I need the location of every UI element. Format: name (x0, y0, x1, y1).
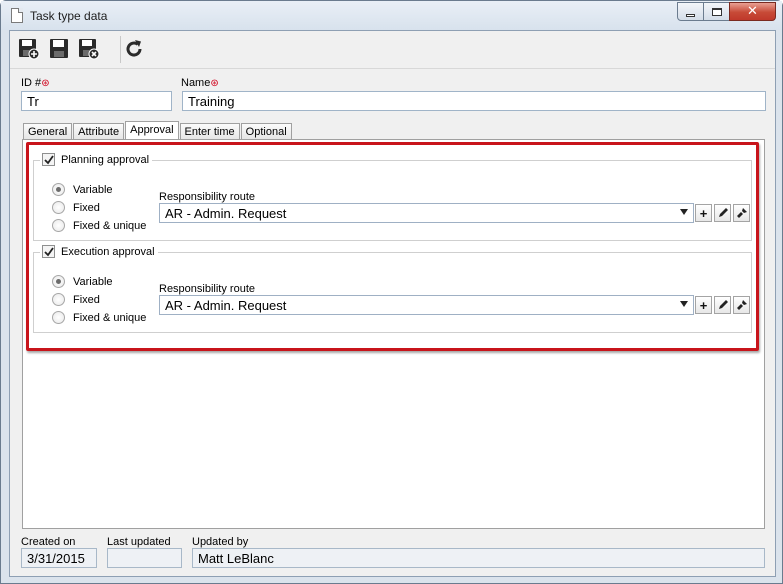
client-area: ID #⊛ Tr Name⊛ Training General Attribut… (9, 30, 776, 577)
minimize-button[interactable] (677, 2, 704, 21)
created-on-label: Created on (21, 536, 76, 548)
id-field[interactable]: Tr (21, 91, 172, 111)
save-icon (50, 39, 68, 58)
task-type-window: Task type data ✕ ID #⊛ Tr Name⊛ Training… (0, 0, 783, 584)
document-icon (11, 8, 23, 23)
save-and-new-button[interactable] (17, 37, 41, 61)
toolbar (10, 31, 775, 69)
tab-approval[interactable]: Approval (125, 121, 179, 140)
name-label-text: Name (181, 77, 211, 89)
required-icon: ⊛ (210, 78, 219, 89)
last-updated-field (107, 548, 182, 568)
save-button[interactable] (47, 37, 71, 61)
tab-attribute[interactable]: Attribute (73, 123, 125, 140)
save-and-close-button[interactable] (77, 37, 101, 61)
window-title: Task type data (30, 9, 108, 23)
toolbar-separator (120, 36, 121, 63)
approval-highlight-frame (26, 142, 759, 351)
save-and-new-icon (19, 39, 40, 60)
close-icon: ✕ (747, 4, 758, 19)
maximize-button[interactable] (703, 2, 730, 21)
tab-enter-time[interactable]: Enter time (179, 123, 240, 140)
updated-by-field: Matt LeBlanc (192, 548, 765, 568)
name-field[interactable]: Training (182, 91, 766, 111)
close-button[interactable]: ✕ (729, 2, 776, 21)
name-label: Name⊛ (181, 77, 219, 89)
updated-by-label: Updated by (192, 536, 249, 548)
minimize-icon (686, 13, 695, 17)
title-bar: Task type data ✕ (1, 1, 782, 30)
refresh-icon (126, 40, 142, 57)
maximize-icon (711, 7, 722, 16)
required-icon: ⊛ (41, 78, 50, 89)
id-label: ID #⊛ (21, 77, 50, 89)
created-on-field: 3/31/2015 (21, 548, 97, 568)
tab-optional[interactable]: Optional (240, 123, 292, 140)
id-label-text: ID # (21, 77, 42, 89)
save-and-close-icon (79, 39, 100, 60)
last-updated-label: Last updated (107, 536, 171, 548)
refresh-button[interactable] (122, 37, 146, 61)
tab-bar: General Attribute Approval Enter time Op… (23, 121, 293, 140)
tab-general[interactable]: General (23, 123, 73, 140)
